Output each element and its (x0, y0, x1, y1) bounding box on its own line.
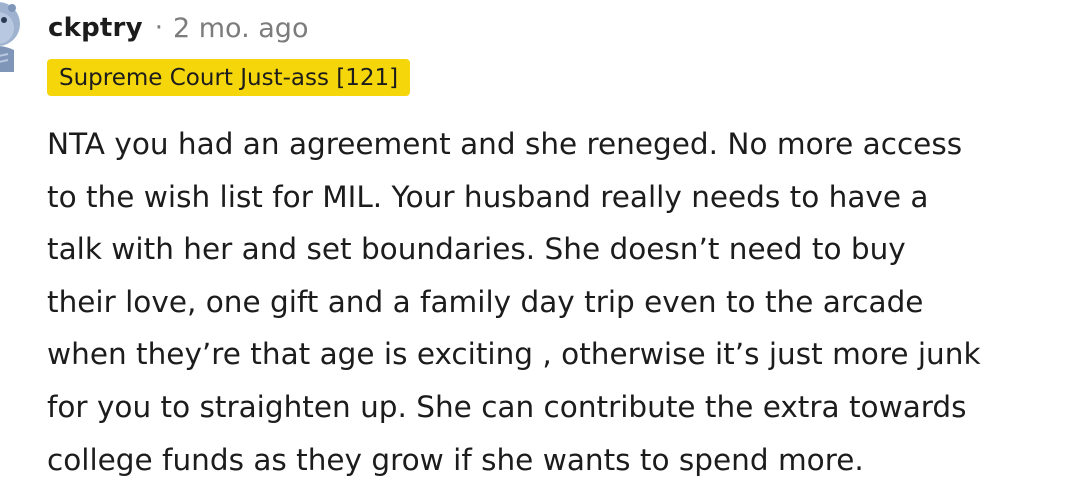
comment-line: NTA you had an agreement and she reneged… (47, 127, 963, 161)
comment-line: talk with her and set boundaries. She do… (47, 232, 906, 267)
meta-separator: · (154, 13, 163, 43)
comment-line: when they’re that age is exciting , othe… (47, 337, 981, 372)
comment-line: to the wish list for MIL. Your husband r… (47, 179, 929, 214)
user-flair: Supreme Court Just-ass [121] (47, 59, 411, 96)
user-avatar[interactable] (0, 0, 24, 80)
comment-line: college funds as they grow if she wants … (47, 442, 864, 477)
comment-line: their love, one gift and a family day tr… (47, 284, 924, 319)
comment-author[interactable]: ckptry (48, 13, 143, 43)
comment-line: for you to straighten up. She can contri… (47, 389, 967, 424)
comment-body: NTA you had an agreement and she reneged… (47, 118, 981, 486)
comment-meta: ckptry · 2 mo. ago (48, 8, 308, 48)
comment-timestamp[interactable]: 2 mo. ago (173, 13, 308, 44)
user-flair-label: Supreme Court Just-ass [121] (59, 64, 399, 91)
snoo-avatar-icon (0, 2, 20, 72)
